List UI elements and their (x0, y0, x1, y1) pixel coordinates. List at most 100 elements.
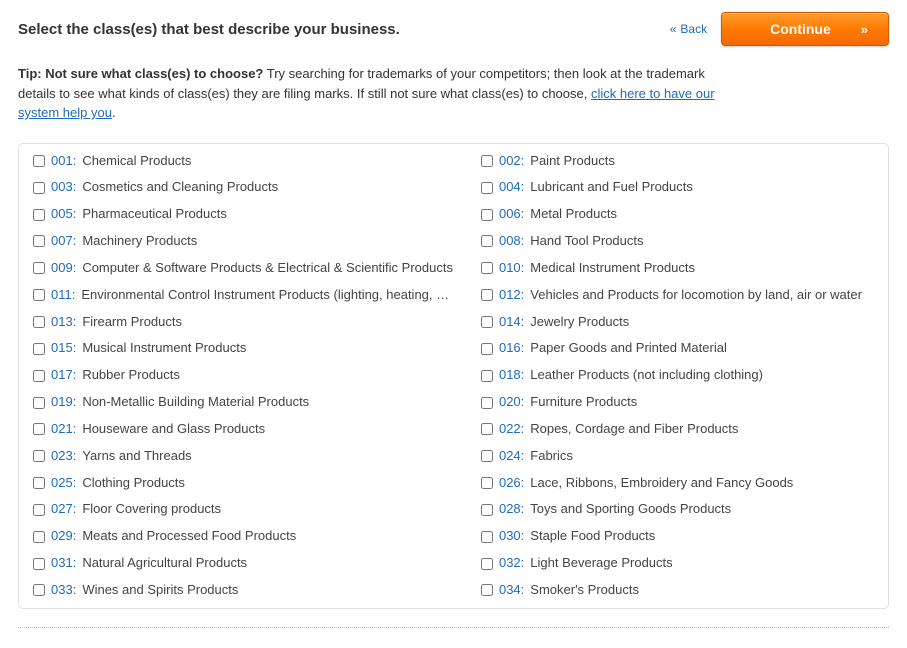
class-checkbox[interactable] (33, 235, 45, 247)
class-checkbox[interactable] (33, 504, 45, 516)
class-row[interactable]: 002: Paint Products (467, 148, 888, 175)
class-checkbox[interactable] (481, 343, 493, 355)
class-name: Paint Products (530, 152, 615, 171)
class-code: 016: (499, 339, 524, 358)
class-checkbox[interactable] (481, 450, 493, 462)
class-checkbox[interactable] (33, 262, 45, 274)
class-row[interactable]: 012: Vehicles and Products for locomotio… (467, 282, 888, 309)
class-checkbox[interactable] (33, 423, 45, 435)
class-checkbox[interactable] (481, 423, 493, 435)
class-row[interactable]: 017: Rubber Products (19, 362, 467, 389)
class-name: Firearm Products (82, 313, 182, 332)
class-row[interactable]: 023: Yarns and Threads (19, 443, 467, 470)
class-code: 032: (499, 554, 524, 573)
class-row[interactable]: 016: Paper Goods and Printed Material (467, 335, 888, 362)
class-name: Paper Goods and Printed Material (530, 339, 727, 358)
class-code: 033: (51, 581, 76, 600)
class-code: 034: (499, 581, 524, 600)
class-code: 014: (499, 313, 524, 332)
class-row[interactable]: 011: Environmental Control Instrument Pr… (19, 282, 467, 309)
class-row[interactable]: 019: Non-Metallic Building Material Prod… (19, 389, 467, 416)
class-row[interactable]: 020: Furniture Products (467, 389, 888, 416)
class-checkbox[interactable] (33, 343, 45, 355)
class-name: Houseware and Glass Products (82, 420, 265, 439)
class-row[interactable]: 031: Natural Agricultural Products (19, 550, 467, 577)
class-checkbox[interactable] (33, 209, 45, 221)
class-row[interactable]: 028: Toys and Sporting Goods Products (467, 496, 888, 523)
class-name: Yarns and Threads (82, 447, 191, 466)
class-code: 029: (51, 527, 76, 546)
class-row[interactable]: 013: Firearm Products (19, 309, 467, 336)
class-checkbox[interactable] (33, 155, 45, 167)
chevron-right-icon: » (861, 22, 868, 37)
class-row[interactable]: 010: Medical Instrument Products (467, 255, 888, 282)
class-row[interactable]: 015: Musical Instrument Products (19, 335, 467, 362)
class-checkbox[interactable] (481, 504, 493, 516)
class-checkbox[interactable] (33, 289, 45, 301)
class-row[interactable]: 029: Meats and Processed Food Products (19, 523, 467, 550)
class-row[interactable]: 003: Cosmetics and Cleaning Products (19, 174, 467, 201)
class-name: Clothing Products (82, 474, 185, 493)
class-checkbox[interactable] (33, 450, 45, 462)
class-checkbox[interactable] (481, 262, 493, 274)
class-checkbox[interactable] (481, 477, 493, 489)
class-row[interactable]: 022: Ropes, Cordage and Fiber Products (467, 416, 888, 443)
class-code: 007: (51, 232, 76, 251)
tip-text: Tip: Not sure what class(es) to choose? … (18, 64, 738, 123)
class-checkbox[interactable] (33, 370, 45, 382)
class-checkbox[interactable] (481, 316, 493, 328)
page-title: Select the class(es) that best describe … (18, 21, 400, 38)
class-checkbox[interactable] (481, 209, 493, 221)
class-checkbox[interactable] (481, 558, 493, 570)
class-checkbox[interactable] (481, 289, 493, 301)
class-row[interactable]: 018: Leather Products (not including clo… (467, 362, 888, 389)
class-row[interactable]: 030: Staple Food Products (467, 523, 888, 550)
class-row[interactable]: 033: Wines and Spirits Products (19, 577, 467, 604)
class-name: Computer & Software Products & Electrica… (82, 259, 453, 278)
class-checkbox[interactable] (481, 155, 493, 167)
class-row[interactable]: 021: Houseware and Glass Products (19, 416, 467, 443)
class-checkbox[interactable] (481, 584, 493, 596)
class-name: Furniture Products (530, 393, 637, 412)
continue-button[interactable]: Continue » (721, 12, 889, 46)
class-row[interactable]: 014: Jewelry Products (467, 309, 888, 336)
class-checkbox[interactable] (33, 531, 45, 543)
class-row[interactable]: 006: Metal Products (467, 201, 888, 228)
tip-bold: Tip: Not sure what class(es) to choose? (18, 66, 263, 81)
back-link[interactable]: « Back (670, 22, 707, 36)
class-name: Staple Food Products (530, 527, 655, 546)
class-code: 025: (51, 474, 76, 493)
class-code: 013: (51, 313, 76, 332)
class-checkbox[interactable] (33, 558, 45, 570)
class-row[interactable]: 009: Computer & Software Products & Elec… (19, 255, 467, 282)
footer-separator (18, 627, 889, 628)
class-checkbox[interactable] (33, 182, 45, 194)
class-row[interactable]: 007: Machinery Products (19, 228, 467, 255)
class-checkbox[interactable] (33, 316, 45, 328)
class-name: Lace, Ribbons, Embroidery and Fancy Good… (530, 474, 793, 493)
class-checkbox[interactable] (481, 397, 493, 409)
class-code: 015: (51, 339, 76, 358)
class-name: Wines and Spirits Products (82, 581, 238, 600)
class-row[interactable]: 004: Lubricant and Fuel Products (467, 174, 888, 201)
class-name: Fabrics (530, 447, 573, 466)
class-checkbox[interactable] (481, 531, 493, 543)
class-row[interactable]: 032: Light Beverage Products (467, 550, 888, 577)
class-name: Metal Products (530, 205, 617, 224)
class-checkbox[interactable] (481, 235, 493, 247)
class-checkbox[interactable] (33, 477, 45, 489)
class-row[interactable]: 034: Smoker's Products (467, 577, 888, 604)
class-row[interactable]: 026: Lace, Ribbons, Embroidery and Fancy… (467, 470, 888, 497)
class-checkbox[interactable] (33, 584, 45, 596)
class-row[interactable]: 001: Chemical Products (19, 148, 467, 175)
class-checkbox[interactable] (481, 182, 493, 194)
class-row[interactable]: 025: Clothing Products (19, 470, 467, 497)
class-checkbox[interactable] (481, 370, 493, 382)
class-row[interactable]: 005: Pharmaceutical Products (19, 201, 467, 228)
class-row[interactable]: 027: Floor Covering products (19, 496, 467, 523)
class-row[interactable]: 024: Fabrics (467, 443, 888, 470)
class-code: 022: (499, 420, 524, 439)
class-row[interactable]: 008: Hand Tool Products (467, 228, 888, 255)
class-checkbox[interactable] (33, 397, 45, 409)
class-code: 001: (51, 152, 76, 171)
